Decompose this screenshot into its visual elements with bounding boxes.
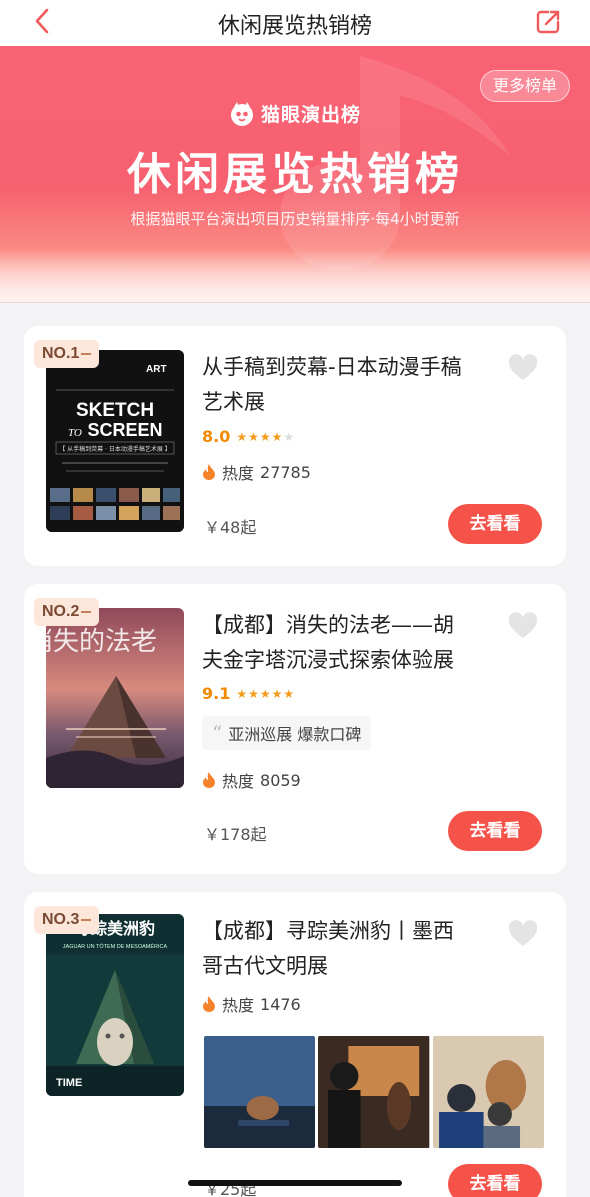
- ranking-card-2[interactable]: 消失的法老 NO.2 【成都】消失的法老——胡 夫金字塔沉浸式探索体验展 9.1…: [24, 584, 566, 874]
- share-icon[interactable]: [534, 8, 562, 36]
- poster-art: 消失的法老: [46, 608, 184, 788]
- go-see-button[interactable]: 去看看: [448, 504, 542, 544]
- poster-art: ART SKETCH TO SCREEN 【 从手稿到荧幕 · 日本动漫手稿艺术…: [46, 350, 184, 532]
- poster-title: 消失的法老: [46, 627, 157, 657]
- poster-subtitle: 【 从手稿到荧幕 · 日本动漫手稿艺术展 】: [59, 445, 171, 453]
- go-see-button[interactable]: 去看看: [448, 1164, 542, 1197]
- poster-title-small: TO: [68, 427, 82, 439]
- nav-bar: 休闲展览热销榜: [0, 0, 590, 46]
- rank-badge: NO.3: [34, 906, 100, 934]
- rating: 8.0 ★ ★ ★ ★ ★: [202, 427, 294, 446]
- poster-subtitle: JAGUAR UN TÓTEM DE MESOAMÉRICA: [63, 943, 168, 950]
- price: ￥178起: [204, 825, 267, 844]
- cat-eye-logo-icon: [230, 101, 253, 126]
- flame-icon: [203, 772, 215, 788]
- heat-info: 热度 27785: [202, 460, 311, 484]
- more-rankings-button[interactable]: 更多榜单: [479, 70, 570, 102]
- exhibit-photo-1[interactable]: [204, 1036, 316, 1148]
- exhibit-photo-2[interactable]: [318, 1036, 430, 1148]
- poster-logo: ART: [146, 364, 167, 375]
- tag-chip: “ 亚洲巡展 爆款口碑: [202, 716, 372, 750]
- favorite-heart-icon[interactable]: [508, 612, 538, 640]
- divider: [0, 302, 590, 303]
- exhibit-photo-3[interactable]: [432, 1036, 544, 1148]
- ranking-card-1[interactable]: ART SKETCH TO SCREEN 【 从手稿到荧幕 · 日本动漫手稿艺术…: [24, 326, 566, 566]
- item-title[interactable]: 【成都】寻踪美洲豹丨墨西 哥古代文明展: [202, 914, 502, 984]
- item-title[interactable]: 从手稿到荧幕-日本动漫手稿 艺术展: [202, 350, 502, 420]
- star-rating-icon: ★ ★ ★ ★ ★: [236, 686, 295, 701]
- rank-badge: NO.2: [34, 598, 100, 626]
- rating-value: 9.1: [202, 684, 231, 703]
- home-indicator[interactable]: [188, 1180, 402, 1186]
- price: ￥48起: [204, 518, 257, 537]
- poster-art: 寻踪美洲豹 JAGUAR UN TÓTEM DE MESOAMÉRICA TIM…: [46, 914, 184, 1096]
- brand-logo: 猫眼演出榜: [0, 100, 590, 127]
- poster-image-sketch-to-screen[interactable]: ART SKETCH TO SCREEN 【 从手稿到荧幕 · 日本动漫手稿艺术…: [46, 350, 184, 532]
- tag-text: 亚洲巡展 爆款口碑: [228, 725, 362, 744]
- poster-image-vanishing-pharaoh[interactable]: 消失的法老: [46, 608, 184, 788]
- heat-info: 热度 1476: [202, 992, 301, 1016]
- favorite-heart-icon[interactable]: [508, 354, 538, 382]
- heat-value: 8059: [260, 770, 301, 790]
- poster-title-bottom: SCREEN: [87, 420, 162, 440]
- rating-value: 8.0: [202, 427, 231, 446]
- banner-title: 休闲展览热销榜: [127, 149, 463, 200]
- go-see-button[interactable]: 去看看: [448, 811, 542, 851]
- ranking-banner: 更多榜单 猫眼演出榜 休闲展览热销榜 根据猫眼平台演出项目历史销量排序·每4小时…: [0, 46, 590, 302]
- item-title[interactable]: 【成都】消失的法老——胡 夫金字塔沉浸式探索体验展: [202, 608, 502, 678]
- heat-value: 1476: [260, 994, 301, 1014]
- rank-badge: NO.1: [34, 340, 100, 368]
- flame-icon: [203, 464, 215, 480]
- poster-title-top: SKETCH: [76, 400, 154, 421]
- poster-image-jaguar[interactable]: 寻踪美洲豹 JAGUAR UN TÓTEM DE MESOAMÉRICA TIM…: [46, 914, 184, 1096]
- banner-subtitle: 根据猫眼平台演出项目历史销量排序·每4小时更新: [130, 210, 460, 228]
- heat-value: 27785: [260, 462, 311, 482]
- brand-name: 猫眼演出榜: [260, 104, 361, 126]
- page-title: 休闲展览热销榜: [217, 14, 372, 39]
- flame-icon: [203, 996, 215, 1012]
- heat-info: 热度 8059: [202, 768, 301, 792]
- favorite-heart-icon[interactable]: [508, 920, 538, 948]
- ranking-card-3[interactable]: 寻踪美洲豹 JAGUAR UN TÓTEM DE MESOAMÉRICA TIM…: [24, 892, 566, 1197]
- star-rating-icon: ★ ★ ★ ★ ★: [236, 429, 295, 444]
- rating: 9.1 ★ ★ ★ ★ ★: [202, 684, 294, 703]
- exhibit-photo-strip: [204, 1036, 544, 1148]
- banner-fade: [0, 248, 590, 302]
- poster-time-label: TIME: [56, 1077, 82, 1089]
